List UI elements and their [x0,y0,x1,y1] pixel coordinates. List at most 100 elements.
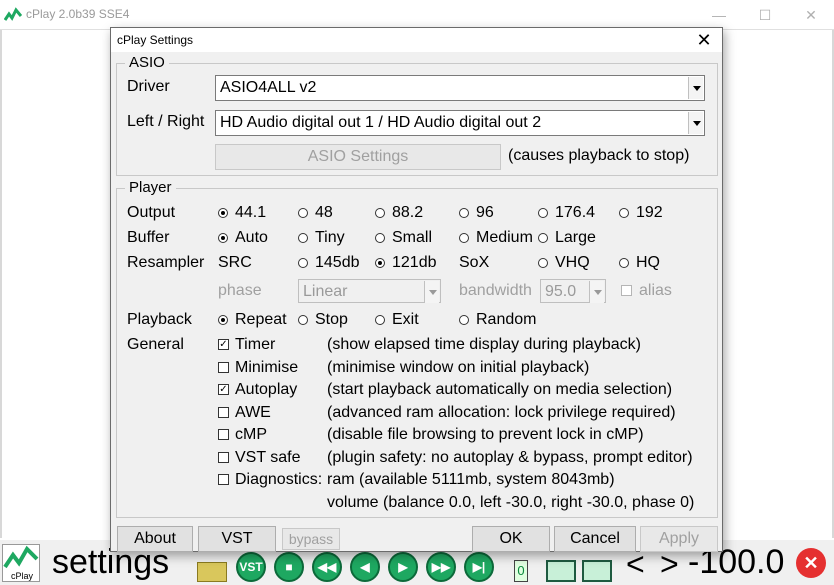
general-item-desc: (show elapsed time display during playba… [327,336,641,353]
sox-radio-hq[interactable] [619,258,629,268]
minimize-button[interactable]: — [696,4,742,26]
dialog-close-button[interactable]: ✕ [689,28,719,52]
buffer-option-label: Small [392,229,433,246]
chevron-down-icon[interactable] [688,77,703,99]
awe-checkbox[interactable] [218,407,229,418]
timer-checkbox[interactable]: ✓ [218,339,229,350]
track-counter: 0 [514,560,528,582]
skip-back-button[interactable]: ◀◀ [312,552,342,582]
output-radio-192[interactable] [619,208,629,218]
ok-button[interactable]: OK [472,526,550,552]
skip-forward-button[interactable]: ▶| [464,552,494,582]
apply-button[interactable]: Apply [640,526,718,552]
phase-value: Linear [303,283,348,300]
general-item-desc: (advanced ram allocation: lock privilege… [327,404,676,421]
phase-label: phase [218,282,262,299]
buffer-option-label: Auto [235,229,268,246]
left-right-value: HD Audio digital out 1 / HD Audio digita… [220,114,542,131]
general-item-desc: (disable file browsing to prevent lock i… [327,426,644,443]
driver-select[interactable]: ASIO4ALL v2 [215,75,705,101]
chevron-down-icon[interactable] [424,281,439,303]
about-button[interactable]: About [117,526,193,552]
playback-option-label: Repeat [235,311,287,328]
buffer-radio-small[interactable] [375,233,385,243]
folder-icon[interactable] [197,562,227,582]
output-option-label: 192 [636,204,663,221]
cplay-logo[interactable]: cPlay [2,544,40,582]
chevron-down-icon[interactable] [589,281,604,303]
buffer-radio-auto[interactable] [218,233,228,243]
output-radio-44-1[interactable] [218,208,228,218]
general-item-label: Timer [235,336,276,353]
cancel-button[interactable]: Cancel [554,526,636,552]
minimise-checkbox[interactable] [218,362,229,373]
diagnostics-checkbox[interactable] [218,474,229,485]
playback-label: Playback [127,311,192,328]
src-radio-121db[interactable] [375,258,385,268]
general-item-label: VST safe [235,449,301,466]
src-option-label: 121db [392,254,437,271]
src-radio-145db[interactable] [298,258,308,268]
general-item-label: Diagnostics: [235,471,323,488]
playback-radio-random[interactable] [459,315,469,325]
asio-settings-note: (causes playback to stop) [508,147,690,164]
output-label: Output [127,204,176,221]
asio-group: ASIO Driver ASIO4ALL v2 Left / Right HD … [116,54,718,176]
playback-radio-stop[interactable] [298,315,308,325]
vst-button[interactable]: VST [198,526,276,552]
play-button[interactable]: ▶ [388,552,418,582]
window-close-button[interactable]: ✕ [788,4,834,26]
buffer-radio-large[interactable] [538,233,548,243]
output-radio-96[interactable] [459,208,469,218]
alias-checkbox[interactable] [621,285,632,296]
general-item-desc: (start playback automatically on media s… [327,381,673,398]
output-radio-88-2[interactable] [375,208,385,218]
general-item-label: AWE [235,404,271,421]
left-right-select[interactable]: HD Audio digital out 1 / HD Audio digita… [215,110,705,136]
stop-button[interactable]: ■ [274,552,304,582]
rewind-button[interactable]: ◀ [350,552,380,582]
asio-group-label: ASIO [125,54,169,72]
main-title-bar: cPlay 2.0b39 SSE4 — ☐ ✕ [0,0,834,30]
bandwidth-label: bandwidth [459,282,532,299]
maximize-button[interactable]: ☐ [742,4,788,26]
alias-label: alias [639,282,672,299]
playback-radio-exit[interactable] [375,315,385,325]
resampler-label: Resampler [127,254,205,271]
player-group: Player Output 44.1 48 88.2 96 176.4 192 … [116,179,718,518]
sox-label: SoX [459,254,490,271]
dialog-title-bar: cPlay Settings ✕ [111,28,722,52]
exit-icon[interactable]: ✕ [796,548,826,578]
shuffle-icon[interactable] [546,560,576,582]
phase-select[interactable]: Linear [298,279,441,303]
app-logo-icon [4,7,22,21]
autoplay-checkbox[interactable]: ✓ [218,384,229,395]
buffer-radio-medium[interactable] [459,233,469,243]
playback-radio-repeat[interactable] [218,315,228,325]
buffer-radio-tiny[interactable] [298,233,308,243]
vst-button[interactable]: VST [236,552,266,582]
volume-diagnostics: volume (balance 0.0, left -30.0, right -… [327,494,695,511]
logo-text: cPlay [11,571,34,581]
output-radio-176-4[interactable] [538,208,548,218]
bypass-button[interactable]: bypass [282,528,340,550]
src-label: SRC [218,254,252,271]
bandwidth-select[interactable]: 95.0 [540,279,606,303]
general-item-desc: (plugin safety: no autoplay & bypass, pr… [327,449,693,466]
src-option-label: 145db [315,254,360,271]
playback-option-label: Exit [392,311,419,328]
fast-forward-button[interactable]: ▶▶ [426,552,456,582]
output-option-label: 48 [315,204,333,221]
asio-settings-button[interactable]: ASIO Settings [215,144,501,170]
window-title: cPlay 2.0b39 SSE4 [26,7,130,21]
driver-value: ASIO4ALL v2 [220,79,317,96]
output-option-label: 176.4 [555,204,596,221]
sox-radio-vhq[interactable] [538,258,548,268]
chevron-down-icon[interactable] [688,112,703,134]
driver-label: Driver [127,78,170,95]
cmp-checkbox[interactable] [218,429,229,440]
output-radio-48[interactable] [298,208,308,218]
general-item-label: cMP [235,426,267,443]
vst-safe-checkbox[interactable] [218,452,229,463]
repeat-icon[interactable] [582,560,612,582]
